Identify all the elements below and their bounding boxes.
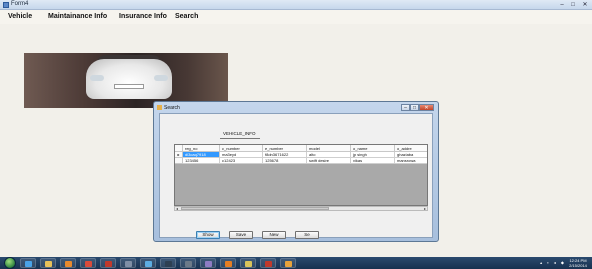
app-icon (3, 2, 9, 8)
search-dialog: Search – □ ✕ VEHICLE_INFO reg_no c_numbe… (153, 101, 439, 242)
scrollbar-thumb[interactable] (181, 207, 329, 210)
vehicle-data-grid[interactable]: reg_no c_number e_number model o_name o_… (174, 144, 428, 206)
search-dialog-icon (157, 105, 162, 110)
scroll-right-icon[interactable]: ▸ (424, 206, 426, 211)
search-dialog-controls: – □ ✕ (401, 104, 434, 111)
dialog-minimize-button[interactable]: – (401, 104, 410, 111)
minimize-button[interactable]: – (557, 1, 567, 9)
taskbar-app-icon[interactable] (180, 258, 196, 268)
car-headlamp-left (90, 75, 104, 81)
menu-search[interactable]: Search (175, 13, 198, 20)
taskbar: ▴ ▪ ◂ ◆ 12:24 PM 2/15/2014 (0, 257, 592, 269)
menu-bar: Vehicle Maintainance Info Insurance Info… (0, 10, 592, 24)
taskbar-browser-icon[interactable] (80, 258, 96, 268)
clock-date: 2/15/2014 (569, 263, 587, 268)
grid-cell[interactable]: vikas (351, 158, 395, 164)
taskbar-app-icon[interactable] (260, 258, 276, 268)
search-dialog-title: Search (164, 105, 180, 111)
grid-row-indicator[interactable] (175, 158, 183, 164)
taskbar-clock[interactable]: 12:24 PM 2/15/2014 (567, 258, 589, 268)
new-button[interactable]: New (262, 231, 286, 239)
taskbar-explorer-icon[interactable] (40, 258, 56, 268)
taskbar-ie-icon[interactable] (20, 258, 36, 268)
grid-header-model[interactable]: model (307, 145, 351, 152)
taskbar-app-icon[interactable] (160, 258, 176, 268)
menu-insurance-info[interactable]: Insurance Info (119, 13, 167, 20)
grid-header-e-number[interactable]: e_number (263, 145, 307, 152)
car-headlamp-right (154, 75, 168, 81)
grid-cell[interactable]: c12423 (220, 158, 263, 164)
vehicle-info-underline (220, 138, 260, 139)
taskbar-media-player-icon[interactable] (60, 258, 76, 268)
system-tray-icons[interactable]: ▴ ▪ ◂ ◆ (540, 260, 566, 265)
taskbar-app-icon[interactable] (100, 258, 116, 268)
taskbar-app-icon[interactable] (280, 258, 296, 268)
grid-header-reg-no[interactable]: reg_no (183, 145, 220, 152)
search-dialog-client: VEHICLE_INFO reg_no c_number e_number mo… (159, 113, 433, 239)
vehicle-info-label: VEHICLE_INFO (223, 131, 256, 136)
taskbar-app-icon[interactable] (140, 258, 156, 268)
taskbar-paint-icon[interactable] (220, 258, 236, 268)
scroll-left-icon[interactable]: ◂ (176, 206, 178, 211)
taskbar-app-icon[interactable] (120, 258, 136, 268)
menu-vehicle[interactable]: Vehicle (8, 13, 32, 20)
grid-cell[interactable]: mansrowa (395, 158, 427, 164)
dialog-close-button[interactable]: ✕ (419, 104, 434, 111)
grid-horizontal-scrollbar[interactable]: ◂ ▸ (174, 206, 428, 211)
search-button[interactable]: Se (295, 231, 319, 239)
close-button[interactable]: ✕ (580, 1, 590, 9)
window-title: Form4 (11, 1, 29, 7)
grid-cell[interactable]: swift desire (307, 158, 351, 164)
grid-cell[interactable]: 123456 (183, 158, 220, 164)
grid-corner (175, 145, 183, 152)
dialog-maximize-button[interactable]: □ (410, 104, 419, 111)
taskbar-app-icon[interactable] (240, 258, 256, 268)
car-plate (114, 84, 144, 89)
grid-header-c-number[interactable]: c_number (220, 145, 263, 152)
grid-header-o-address[interactable]: o_addre (395, 145, 427, 152)
title-bar: Form4 – □ ✕ (0, 0, 592, 10)
main-window: Form4 – □ ✕ Vehicle Maintainance Info In… (0, 0, 592, 257)
maximize-button[interactable]: □ (568, 1, 578, 9)
car-photo (24, 53, 228, 108)
grid-header-o-name[interactable]: o_name (351, 145, 395, 152)
start-orb-icon[interactable] (4, 257, 16, 269)
grid-cell[interactable]: 125678 (263, 158, 307, 164)
menu-maintainance-info[interactable]: Maintainance Info (48, 13, 107, 20)
show-button[interactable]: Show (196, 231, 220, 239)
save-button[interactable]: Save (229, 231, 253, 239)
taskbar-app-icon[interactable] (200, 258, 216, 268)
